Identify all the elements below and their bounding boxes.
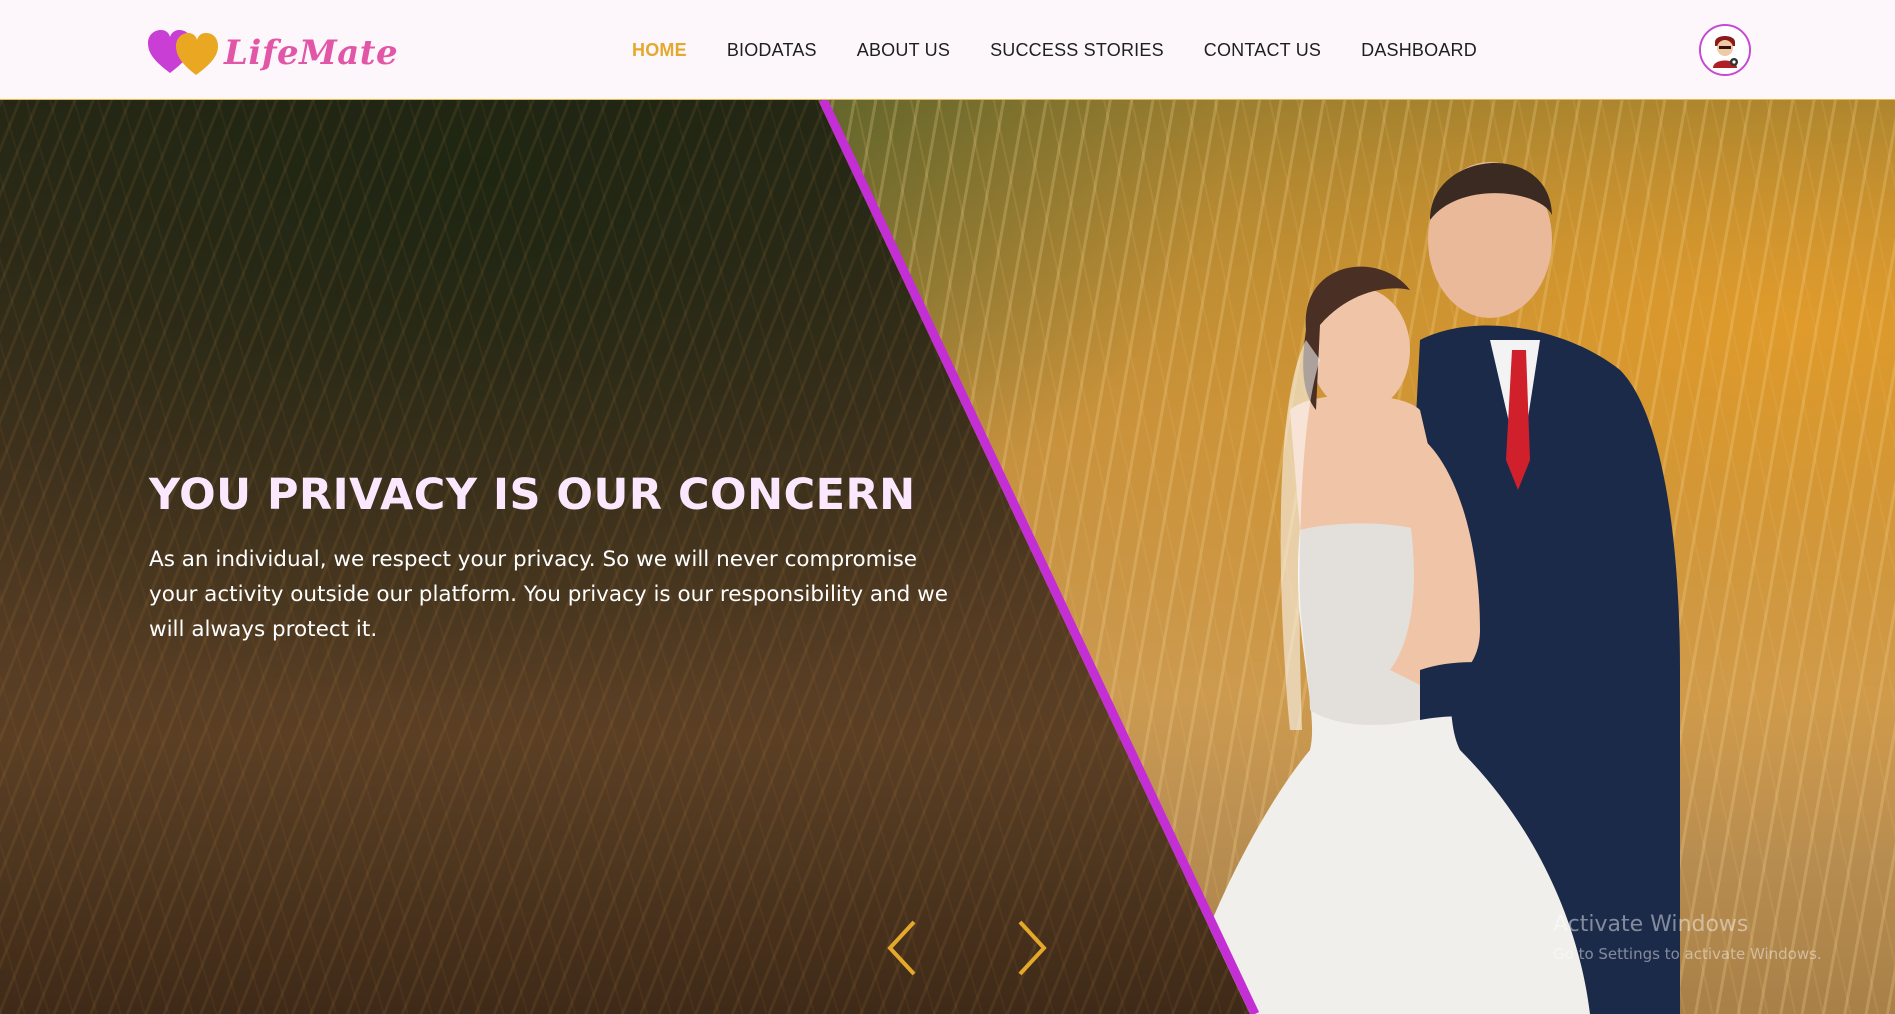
nav-success-stories[interactable]: SUCCESS STORIES — [990, 40, 1164, 61]
carousel-next-button[interactable] — [1010, 918, 1050, 978]
two-hearts-icon — [148, 29, 222, 77]
nav-about-us[interactable]: ABOUT US — [857, 40, 950, 61]
nav-home[interactable]: HOME — [632, 40, 687, 61]
hero-title: YOU PRIVACY IS OUR CONCERN — [149, 470, 916, 520]
nav-dashboard[interactable]: DASHBOARD — [1361, 40, 1477, 61]
main-nav: HOME BIODATAS ABOUT US SUCCESS STORIES C… — [632, 0, 1517, 100]
top-navbar: LifeMate HOME BIODATAS ABOUT US SUCCESS … — [0, 0, 1895, 100]
brand-name: LifeMate — [224, 33, 399, 73]
hero-description: As an individual, we respect your privac… — [149, 547, 948, 642]
carousel-prev-button[interactable] — [884, 918, 924, 978]
watermark-subtitle: Go to Settings to activate Windows. — [1553, 945, 1822, 963]
watermark-title: Activate Windows — [1553, 912, 1749, 937]
nav-contact-us[interactable]: CONTACT US — [1204, 40, 1321, 61]
user-avatar-icon[interactable] — [1699, 24, 1751, 76]
couple-image — [1180, 162, 1680, 1014]
windows-activation-watermark: Activate Windows Go to Settings to activ… — [1553, 912, 1822, 963]
chevron-right-icon — [1018, 920, 1047, 976]
chevron-left-icon — [887, 920, 916, 976]
brand-logo[interactable]: LifeMate — [148, 26, 398, 80]
nav-biodatas[interactable]: BIODATAS — [727, 40, 817, 61]
hero-carousel: YOU PRIVACY IS OUR CONCERN As an individ… — [0, 100, 1895, 1014]
